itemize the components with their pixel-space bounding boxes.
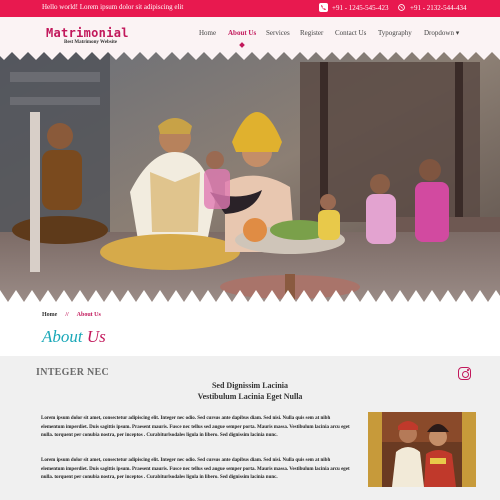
site-header: Matrimonial Best Matrimony Website Home …	[0, 17, 500, 57]
nav-register[interactable]: Register	[300, 29, 323, 37]
section-heading: INTEGER NEC	[36, 367, 110, 378]
nav-about-us[interactable]: About Us	[228, 29, 256, 37]
page-title-part2: Us	[86, 327, 106, 346]
welcome-message: Hello world! Lorem ipsum dolor sit adipi…	[42, 3, 184, 11]
page-title: About Us	[42, 327, 106, 347]
breadcrumb-separator: //	[65, 312, 69, 318]
couple-photo	[368, 412, 476, 487]
breadcrumb-current: About Us	[76, 312, 101, 318]
hero-banner-image	[0, 52, 500, 302]
whatsapp-number: +91 - 2132-544-434	[410, 3, 467, 12]
whatsapp-icon	[397, 3, 406, 12]
breadcrumb: Home // About Us	[42, 312, 101, 318]
phone-number: +91 - 1245-545-423	[332, 3, 389, 12]
page-title-part1: About	[42, 327, 83, 346]
whatsapp-contact[interactable]: +91 - 2132-544-434	[397, 3, 466, 12]
phone-contact[interactable]: +91 - 1245-545-423	[319, 3, 388, 12]
phone-icon	[319, 3, 328, 12]
about-paragraph-2: Lorem ipsum dolor sit amet, consectetur …	[41, 458, 350, 480]
nav-home[interactable]: Home	[199, 29, 216, 37]
nav-typography[interactable]: Typography	[378, 29, 412, 37]
section-subtitle-1: Sed Dignissim Lacinia	[211, 381, 288, 390]
breadcrumb-home[interactable]: Home	[42, 312, 57, 318]
instagram-icon[interactable]	[458, 367, 471, 380]
nav-contact-us[interactable]: Contact Us	[335, 29, 366, 37]
nav-services[interactable]: Services	[266, 29, 290, 37]
top-bar: Hello world! Lorem ipsum dolor sit adipi…	[0, 0, 500, 17]
section-subtitle-2: Vestibulum Lacinia Eget Nulla	[197, 392, 303, 401]
active-indicator	[239, 42, 245, 48]
main-nav: Home About Us Services Register Contact …	[0, 29, 500, 48]
about-paragraph-1: Lorem ipsum dolor sit amet, consectetur …	[41, 416, 350, 438]
about-content-section: INTEGER NEC Sed Dignissim Lacinia Vestib…	[0, 356, 500, 500]
nav-dropdown[interactable]: Dropdown ▾	[424, 29, 459, 37]
